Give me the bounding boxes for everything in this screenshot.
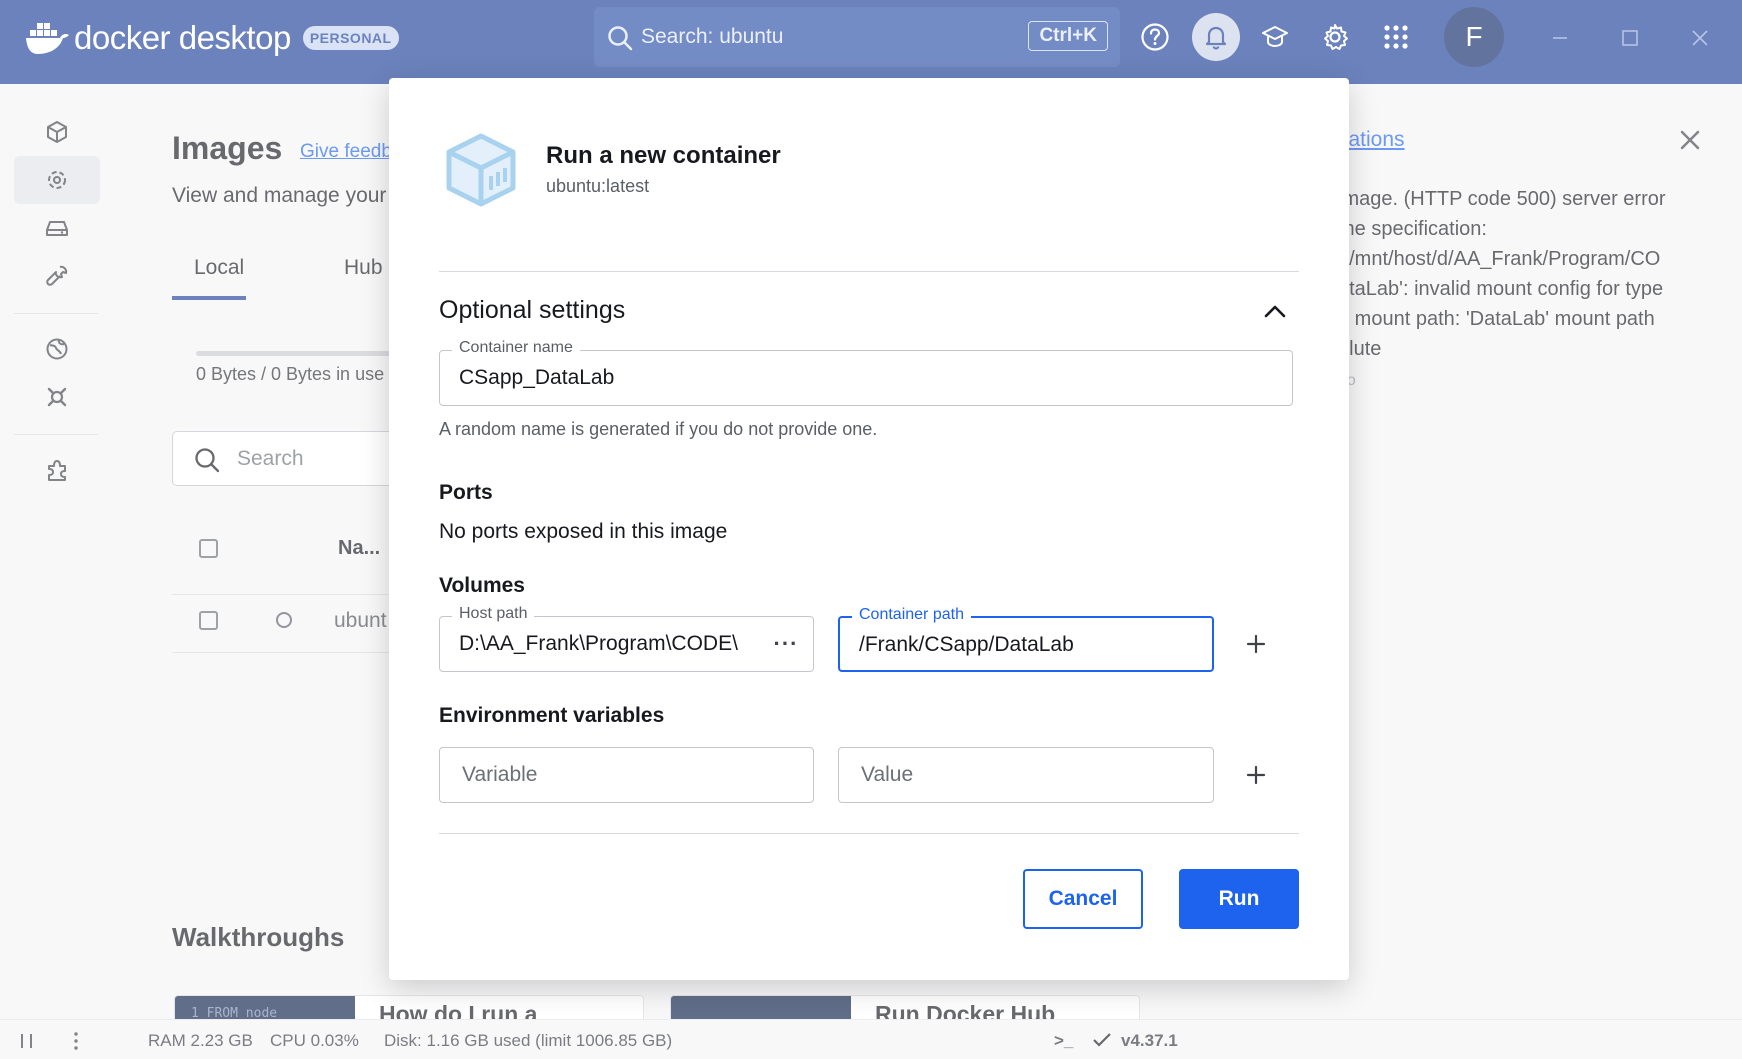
container-name-label: Container name xyxy=(452,339,580,357)
host-path-value: D:\AA_Frank\Program\CODE\ xyxy=(459,632,738,655)
container-cube-icon xyxy=(446,133,516,207)
env-value-input[interactable]: Value xyxy=(838,747,1214,803)
run-button[interactable]: Run xyxy=(1179,869,1299,929)
container-path-value: /Frank/CSapp/DataLab xyxy=(859,633,1074,656)
ports-title: Ports xyxy=(439,481,493,504)
host-path-label: Host path xyxy=(452,605,535,623)
dialog-divider xyxy=(439,833,1299,834)
container-name-value: CSapp_DataLab xyxy=(459,366,615,389)
env-variables-title: Environment variables xyxy=(439,704,665,727)
env-variable-placeholder: Variable xyxy=(462,763,538,786)
env-value-placeholder: Value xyxy=(861,763,914,786)
container-path-field[interactable]: Container path /Frank/CSapp/DataLab xyxy=(838,606,1214,672)
container-name-helper: A random name is generated if you do not… xyxy=(439,419,878,439)
chevron-up-icon[interactable] xyxy=(1259,296,1291,328)
plus-icon xyxy=(1246,765,1266,785)
dialog-title: Run a new container xyxy=(546,142,781,169)
browse-ellipsis-icon[interactable]: ··· xyxy=(773,631,799,657)
host-path-field[interactable]: Host path D:\AA_Frank\Program\CODE\ ··· xyxy=(439,605,814,672)
dialog-subtitle: ubuntu:latest xyxy=(546,176,650,196)
add-env-variable-button[interactable] xyxy=(1238,757,1274,793)
add-volume-button[interactable] xyxy=(1238,626,1274,662)
plus-icon xyxy=(1246,634,1266,654)
optional-settings-title[interactable]: Optional settings xyxy=(439,296,625,325)
cancel-button[interactable]: Cancel xyxy=(1023,869,1143,929)
container-name-field[interactable]: Container name CSapp_DataLab xyxy=(439,339,1293,406)
env-variable-input[interactable]: Variable xyxy=(439,747,814,803)
volumes-title: Volumes xyxy=(439,574,525,597)
ports-text: No ports exposed in this image xyxy=(439,520,728,543)
run-container-dialog: Run a new container ubuntu:latest Option… xyxy=(389,78,1349,980)
dialog-divider xyxy=(439,271,1299,272)
container-path-label: Container path xyxy=(852,606,971,624)
